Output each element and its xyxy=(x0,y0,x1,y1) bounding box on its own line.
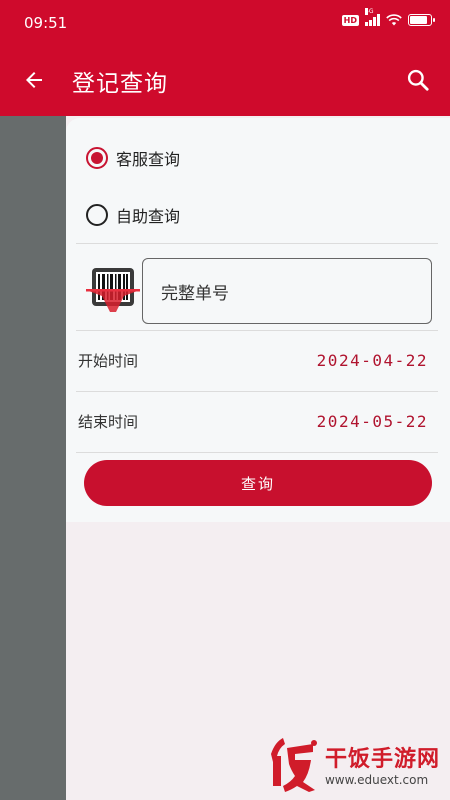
radio-option-customer-service[interactable]: 客服查询 xyxy=(86,146,180,170)
radio-button-checked-icon[interactable] xyxy=(86,147,108,169)
divider xyxy=(76,243,438,244)
barcode-scan-button[interactable] xyxy=(86,266,140,314)
watermark-brand: 干饭手游网 xyxy=(324,747,440,772)
signal-icon: 5G xyxy=(365,8,380,26)
end-time-value[interactable]: 2024-05-22 xyxy=(317,412,428,431)
start-time-value[interactable]: 2024-04-22 xyxy=(317,351,428,370)
radio-option-self-service[interactable]: 自助查询 xyxy=(86,203,180,227)
start-time-row[interactable]: 开始时间 2024-04-22 xyxy=(78,350,428,371)
search-button[interactable] xyxy=(400,62,436,98)
barcode-scan-icon xyxy=(86,268,140,312)
battery-icon xyxy=(408,14,435,26)
wifi-icon xyxy=(386,14,402,26)
radio-label: 自助查询 xyxy=(116,207,181,226)
query-button[interactable]: 查询 xyxy=(84,460,432,506)
side-overlay-strip xyxy=(0,116,66,800)
order-number-input[interactable]: 完整单号 xyxy=(142,258,432,324)
order-number-placeholder: 完整单号 xyxy=(161,283,229,304)
end-time-label: 结束时间 xyxy=(78,413,139,431)
start-time-label: 开始时间 xyxy=(78,352,139,370)
fan-logo-icon xyxy=(270,738,317,792)
status-time: 09:51 xyxy=(24,14,68,32)
end-time-row[interactable]: 结束时间 2024-05-22 xyxy=(78,411,428,432)
divider xyxy=(76,330,438,331)
page-title: 登记查询 xyxy=(72,71,168,97)
network-label: 5G xyxy=(365,8,374,15)
radio-label: 客服查询 xyxy=(116,150,181,169)
watermark-text: 干饭手游网 www.eduext.com xyxy=(325,741,440,787)
divider xyxy=(76,452,438,453)
query-form-card: 客服查询 自助查询 完整单号 开始时间 2024-04-22 结束时间 2024… xyxy=(66,118,450,522)
watermark-url: www.eduext.com xyxy=(324,773,429,787)
arrow-left-icon xyxy=(26,72,42,88)
radio-button-unchecked-icon[interactable] xyxy=(86,204,108,226)
battery-fill xyxy=(410,16,427,24)
hd-badge: HD xyxy=(341,14,359,26)
back-button[interactable] xyxy=(16,62,52,98)
app-bar: 登记查询 xyxy=(0,46,450,116)
search-icon xyxy=(407,69,429,91)
divider xyxy=(76,391,438,392)
status-icons: HD 5G xyxy=(341,8,435,26)
status-bar: 09:51 HD 5G xyxy=(0,0,450,46)
watermark: 干饭手游网 www.eduext.com xyxy=(265,734,440,794)
